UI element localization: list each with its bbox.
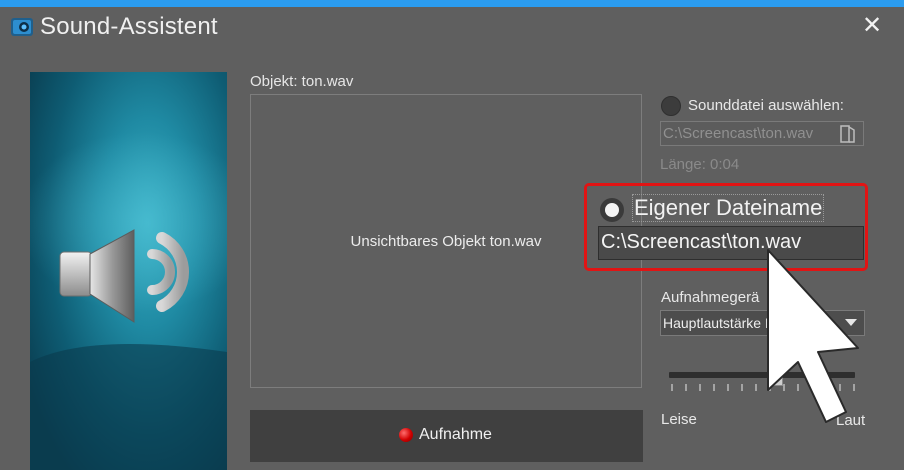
close-icon[interactable]: ✕ — [858, 12, 886, 40]
mouse-pointer-icon — [767, 249, 859, 423]
record-button-label: Aufnahme — [419, 426, 492, 443]
sound-file-path: C:\Screencast\ton.wav — [663, 125, 814, 142]
title-bar: Sound-Assistent ✕ — [0, 7, 904, 47]
own-filename-label: Eigener Dateiname — [632, 194, 825, 222]
app-icon — [11, 18, 33, 36]
own-filename-radio[interactable] — [600, 198, 624, 222]
sound-file-path-field[interactable]: C:\Screencast\ton.wav — [660, 121, 864, 146]
preview-text: Unsichtbares Objekt ton.wav — [350, 233, 542, 250]
sound-file-radio[interactable] — [661, 96, 681, 116]
volume-min-label: Leise — [661, 411, 697, 428]
record-button[interactable]: Aufnahme — [250, 410, 643, 462]
window-top-accent — [0, 0, 904, 7]
sound-length: Länge: 0:04 — [660, 156, 740, 173]
sound-illustration — [30, 72, 227, 470]
object-label: Objekt: ton.wav — [250, 73, 354, 90]
sound-file-label: Sounddatei auswählen: — [688, 97, 844, 114]
window-title: Sound-Assistent — [40, 13, 218, 40]
speaker-icon — [30, 132, 227, 470]
record-dot-icon — [399, 428, 413, 442]
folder-icon[interactable] — [837, 124, 859, 144]
